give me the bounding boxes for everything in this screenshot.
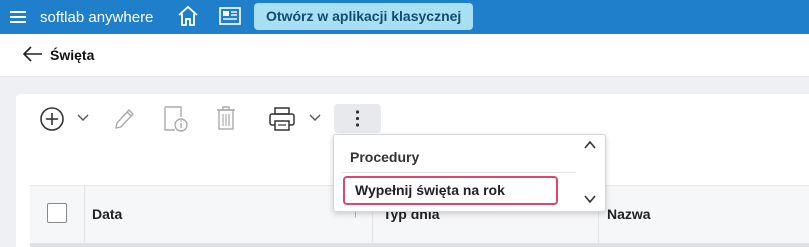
column-header-nazwa[interactable]: Nazwa [607, 206, 651, 222]
details-icon[interactable] [163, 105, 189, 133]
dropdown-divider [342, 172, 576, 173]
edit-icon[interactable] [112, 106, 136, 132]
back-arrow-icon[interactable] [22, 44, 44, 64]
column-divider [84, 185, 85, 243]
column-header-data[interactable]: Data [92, 206, 122, 222]
scroll-up-icon[interactable] [583, 138, 597, 152]
news-icon[interactable] [218, 5, 242, 27]
menu-item-fill-holidays[interactable]: Wypełnij święta na rok [343, 176, 558, 205]
more-options-dropdown: Procedury Wypełnij święta na rok [333, 134, 606, 212]
chevron-down-icon[interactable] [309, 114, 321, 122]
more-options-button[interactable] [334, 104, 381, 133]
dropdown-section-header: Procedury [350, 149, 420, 165]
top-bar: softlab anywhere Otwórz w aplikacji klas… [0, 0, 809, 34]
more-vertical-icon [355, 110, 360, 127]
page-title: Święta [50, 47, 95, 63]
hamburger-menu-icon[interactable] [10, 9, 26, 25]
page-header: Święta [0, 34, 809, 77]
chevron-down-icon[interactable] [77, 114, 89, 122]
scroll-down-icon[interactable] [583, 192, 597, 206]
delete-icon[interactable] [215, 105, 237, 131]
add-icon[interactable] [39, 106, 65, 132]
table-row-divider [30, 243, 809, 247]
print-icon[interactable] [268, 106, 296, 132]
app-brand: softlab anywhere [40, 9, 154, 26]
open-classic-button[interactable]: Otwórz w aplikacji klasycznej [254, 3, 474, 30]
home-icon[interactable] [176, 4, 200, 28]
select-all-checkbox[interactable] [47, 203, 67, 223]
